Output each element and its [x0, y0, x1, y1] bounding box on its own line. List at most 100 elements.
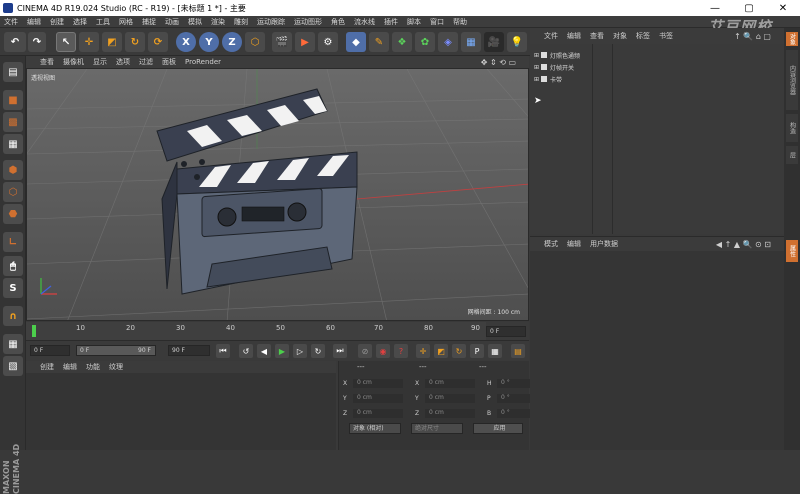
record-keys-icon[interactable]: ⊘: [358, 344, 372, 358]
apply-button[interactable]: 应用: [473, 423, 523, 434]
object-manager-nav-icons[interactable]: ↑ 🔍 ⌂ ▢: [734, 32, 771, 41]
texture-mode-icon[interactable]: ▩: [3, 112, 23, 132]
viewport-menu-display[interactable]: 显示: [93, 57, 107, 67]
menu-select[interactable]: 选择: [73, 17, 87, 27]
tweak-mode-icon[interactable]: 🖱: [3, 256, 23, 276]
position-y-field[interactable]: 0 cm: [353, 393, 403, 403]
axis-mode-icon[interactable]: ∟: [3, 232, 23, 252]
size-z-field[interactable]: 0 cm: [425, 408, 475, 418]
coordinate-system-icon[interactable]: ⬡: [245, 32, 265, 52]
lock-workplane-icon[interactable]: ▦: [3, 334, 23, 354]
menu-motion-tracker[interactable]: 运动跟踪: [257, 17, 285, 27]
model-mode-icon[interactable]: ■: [3, 90, 23, 110]
tab-objects[interactable]: 对象: [786, 32, 798, 46]
object-menu-tags[interactable]: 标签: [636, 31, 650, 41]
goto-start-icon[interactable]: ⏮: [216, 344, 230, 358]
menu-pipeline[interactable]: 流水线: [354, 17, 375, 27]
object-menu-edit[interactable]: 编辑: [567, 31, 581, 41]
render-view-icon[interactable]: 🎬: [272, 32, 292, 52]
rotate-icon[interactable]: ↻: [125, 32, 145, 52]
expand-icon[interactable]: ⊞: [534, 52, 539, 59]
menu-character[interactable]: 角色: [331, 17, 345, 27]
material-menu-texture[interactable]: 纹理: [109, 362, 123, 372]
object-menu-bookmarks[interactable]: 书签: [659, 31, 673, 41]
keyframe-selection-icon[interactable]: ?: [394, 344, 408, 358]
key-scale-icon[interactable]: ◩: [434, 344, 448, 358]
expand-icon[interactable]: ⊞: [534, 64, 539, 71]
planar-workplane-icon[interactable]: ▧: [3, 356, 23, 376]
menu-window[interactable]: 窗口: [430, 17, 444, 27]
next-frame-icon[interactable]: ▷: [293, 344, 307, 358]
undo-icon[interactable]: ↶: [4, 32, 26, 52]
menu-sculpt[interactable]: 雕刻: [234, 17, 248, 27]
maximize-button[interactable]: ▢: [732, 0, 766, 16]
perspective-viewport[interactable]: 透视视图 网格间距 : 100 cm: [26, 68, 529, 321]
workplane-icon[interactable]: ▦: [3, 134, 23, 154]
key-pla-icon[interactable]: ▦: [488, 344, 502, 358]
key-parameter-icon[interactable]: P: [470, 344, 484, 358]
tab-layers[interactable]: 层: [786, 146, 798, 164]
menu-mesh[interactable]: 网格: [119, 17, 133, 27]
viewport-menu-camera[interactable]: 摄像机: [63, 57, 84, 67]
viewport-menu-filter[interactable]: 过滤: [139, 57, 153, 67]
prev-key-icon[interactable]: ↺: [239, 344, 253, 358]
viewport-nav-icons[interactable]: ✥ ⇕ ⟲ ▭: [481, 58, 516, 67]
subdivision-icon[interactable]: ❖: [392, 32, 412, 52]
menu-edit[interactable]: 编辑: [27, 17, 41, 27]
edges-mode-icon[interactable]: ⬡: [3, 182, 23, 202]
position-x-field[interactable]: 0 cm: [353, 378, 403, 388]
object-row[interactable]: ⊞ 灯照色通频: [534, 50, 580, 60]
timeline-ruler[interactable]: 10 20 30 40 50 60 70 80 90 0 F: [26, 322, 529, 340]
menu-script[interactable]: 脚本: [407, 17, 421, 27]
floor-icon[interactable]: ▦: [461, 32, 481, 52]
play-icon[interactable]: ▶: [275, 344, 289, 358]
start-frame-field[interactable]: 0 F: [30, 345, 70, 356]
x-axis-lock-icon[interactable]: X: [176, 32, 196, 52]
cloner-icon[interactable]: ✿: [415, 32, 435, 52]
attribute-menu-userdata[interactable]: 用户数据: [590, 239, 618, 249]
size-y-field[interactable]: 0 cm: [425, 393, 475, 403]
tab-structure[interactable]: 构造: [786, 114, 798, 142]
material-menu-create[interactable]: 创建: [40, 362, 54, 372]
size-mode-dropdown[interactable]: 绝对尺寸: [411, 423, 463, 434]
render-settings-icon[interactable]: ⚙: [318, 32, 338, 52]
pen-spline-icon[interactable]: ✎: [369, 32, 389, 52]
menu-render[interactable]: 渲染: [211, 17, 225, 27]
key-position-icon[interactable]: ✛: [416, 344, 430, 358]
menu-plugins[interactable]: 插件: [384, 17, 398, 27]
select-arrow-icon[interactable]: ↖: [56, 32, 76, 52]
object-menu-objects[interactable]: 对象: [613, 31, 627, 41]
minimize-button[interactable]: —: [698, 0, 732, 16]
viewport-menu-panel[interactable]: 面板: [162, 57, 176, 67]
timeline-window-icon[interactable]: ▤: [511, 344, 525, 358]
material-menu-function[interactable]: 功能: [86, 362, 100, 372]
scale-icon[interactable]: ◩: [102, 32, 122, 52]
viewport-menu-prorender[interactable]: ProRender: [185, 58, 221, 66]
render-picture-viewer-icon[interactable]: ▶: [295, 32, 315, 52]
object-row[interactable]: ⊞ 灯帧开关: [534, 62, 574, 72]
autokey-icon[interactable]: ◉: [376, 344, 390, 358]
prev-frame-icon[interactable]: ◀: [257, 344, 271, 358]
tab-content-browser[interactable]: 内容浏览器: [786, 50, 798, 110]
menu-tools[interactable]: 工具: [96, 17, 110, 27]
points-mode-icon[interactable]: ⬢: [3, 160, 23, 180]
menu-simulate[interactable]: 模拟: [188, 17, 202, 27]
object-menu-file[interactable]: 文件: [544, 31, 558, 41]
position-z-field[interactable]: 0 cm: [353, 408, 403, 418]
make-editable-icon[interactable]: ▤: [3, 62, 23, 82]
z-axis-lock-icon[interactable]: Z: [222, 32, 242, 52]
menu-snap[interactable]: 捕捉: [142, 17, 156, 27]
redo-icon[interactable]: ↷: [28, 32, 46, 52]
menu-animate[interactable]: 动画: [165, 17, 179, 27]
material-menu-edit[interactable]: 编辑: [63, 362, 77, 372]
move-icon[interactable]: ✛: [79, 32, 99, 52]
menu-mograph[interactable]: 运动图形: [294, 17, 322, 27]
close-button[interactable]: ✕: [766, 0, 800, 16]
expand-icon[interactable]: ⊞: [534, 76, 539, 83]
magnet-icon[interactable]: ∩: [3, 306, 23, 326]
polygons-mode-icon[interactable]: ⬣: [3, 204, 23, 224]
light-icon[interactable]: 💡: [507, 32, 527, 52]
tab-attributes[interactable]: 属性: [786, 240, 798, 262]
current-frame-field[interactable]: 0 F: [486, 326, 526, 337]
y-axis-lock-icon[interactable]: Y: [199, 32, 219, 52]
